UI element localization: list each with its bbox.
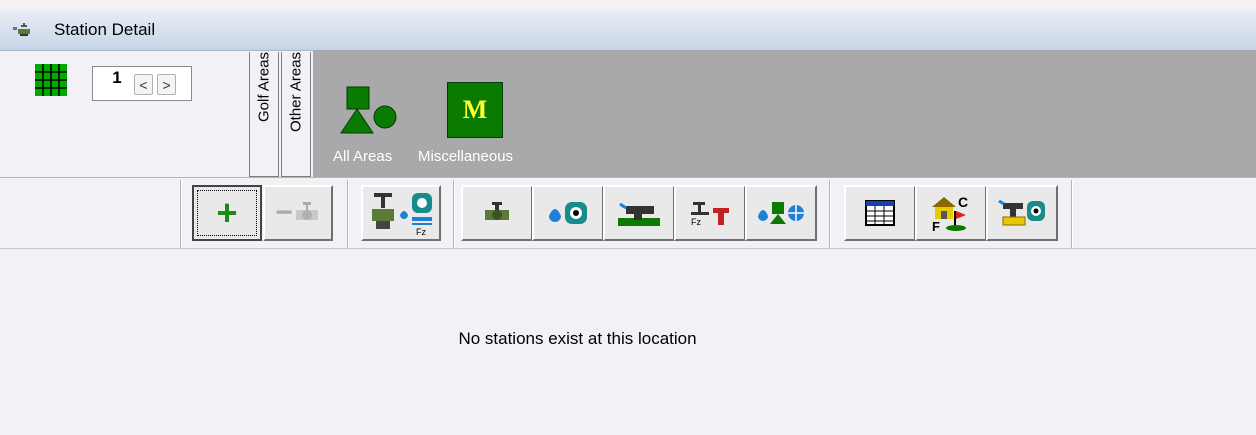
all-areas-icon[interactable] [337, 85, 407, 143]
page-number[interactable]: 1 [111, 68, 123, 88]
water-meter-icon [549, 202, 587, 224]
divider [0, 248, 1256, 249]
valve-button[interactable] [461, 185, 533, 241]
pipe-meter-icon [998, 199, 1045, 226]
miscellaneous-area-label[interactable]: Miscellaneous [418, 148, 513, 165]
pipe-icon [618, 202, 660, 226]
svg-text:Fz: Fz [416, 227, 426, 237]
tab-other-areas[interactable]: Other Areas [281, 52, 311, 177]
empty-state-message: No stations exist at this location [458, 329, 697, 348]
spreadsheet-button[interactable] [844, 185, 916, 241]
valve-disabled-icon [295, 202, 318, 220]
title-bar: Station Detail [0, 10, 1256, 51]
course-features-button[interactable]: C F [915, 185, 987, 241]
toolbar-separator [180, 180, 182, 248]
flow-zone-icon: Fz [691, 202, 729, 227]
flow-zone-button[interactable]: Fz [674, 185, 746, 241]
station-grid-icon[interactable] [35, 64, 67, 96]
tab-golf-areas[interactable]: Golf Areas [249, 52, 279, 177]
remove-station-button[interactable]: − [263, 185, 333, 241]
page-navigator: 1 < > [92, 66, 192, 101]
add-station-button[interactable]: + [192, 185, 262, 241]
pipe-button[interactable] [603, 185, 675, 241]
toolbar-separator [453, 180, 455, 248]
pipe-meter-button[interactable] [986, 185, 1058, 241]
flow-settings-icon: Fz [372, 193, 432, 237]
toolbar-separator [347, 180, 349, 248]
valve-icon [485, 202, 509, 220]
course-features-icon: C F [932, 194, 968, 233]
previous-page-button[interactable]: < [134, 74, 153, 95]
window-title: Station Detail [54, 20, 156, 39]
water-map-icon [758, 202, 804, 224]
miscellaneous-area-icon[interactable]: M [447, 82, 503, 138]
water-meter-button[interactable] [532, 185, 604, 241]
toolbar-separator [829, 180, 831, 248]
svg-text:Fz: Fz [691, 217, 701, 227]
sprinkler-valve-icon [13, 23, 30, 36]
water-map-button[interactable] [745, 185, 817, 241]
svg-text:F: F [932, 219, 940, 233]
spreadsheet-icon [865, 200, 895, 226]
station-flow-settings-button[interactable]: Fz [361, 185, 441, 241]
toolbar-separator [1071, 180, 1073, 248]
plus-icon: + [216, 192, 238, 233]
svg-text:C: C [958, 194, 968, 210]
minus-icon: − [275, 196, 293, 229]
next-page-button[interactable]: > [157, 74, 176, 95]
all-areas-label[interactable]: All Areas [333, 148, 392, 165]
